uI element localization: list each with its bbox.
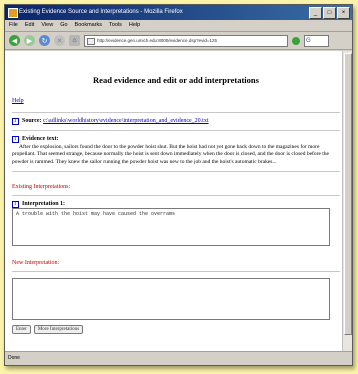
menu-help[interactable]: Help: [129, 20, 140, 31]
navigation-toolbar: ◀ ▶ ↻ ✕ ⌂ http://evidence.gen.umich.edu:…: [5, 32, 352, 50]
menu-bookmarks[interactable]: Bookmarks: [75, 20, 103, 31]
interpretation-textarea[interactable]: A trouble with the hoist may have caused…: [12, 207, 330, 246]
menu-bar: File Edit View Go Bookmarks Tools Help: [5, 20, 352, 32]
back-icon[interactable]: ◀: [9, 35, 20, 46]
status-text: Done: [8, 355, 20, 361]
status-bar: Done: [5, 351, 352, 365]
page-icon: [87, 37, 95, 45]
stop-icon[interactable]: ✕: [54, 35, 65, 46]
menu-file[interactable]: File: [9, 20, 18, 31]
divider: [12, 130, 340, 131]
marker-box[interactable]: 1: [12, 136, 19, 143]
menu-go[interactable]: Go: [60, 20, 67, 31]
evidence-label: Evidence text:: [22, 136, 59, 142]
vertical-scrollbar[interactable]: [342, 51, 352, 351]
button-row: Enter More Interpretations: [12, 324, 340, 334]
forward-icon[interactable]: ▶: [24, 35, 35, 46]
divider: [12, 194, 340, 196]
divider: [12, 170, 340, 172]
source-label: Source:: [22, 118, 42, 124]
menu-tools[interactable]: Tools: [109, 20, 122, 31]
scrollbar-thumb[interactable]: [344, 53, 352, 335]
menu-view[interactable]: View: [41, 20, 53, 31]
new-interpretation-heading: New Interpretation:: [12, 259, 60, 266]
window-title: Existing Evidence Source and Interpretat…: [19, 9, 183, 15]
divider: [12, 112, 340, 113]
firefox-icon: [8, 8, 18, 18]
page-heading: Read evidence and edit or add interpreta…: [93, 75, 259, 85]
maximize-button[interactable]: □: [323, 7, 336, 19]
minimize-button[interactable]: _: [309, 7, 322, 19]
reload-icon[interactable]: ↻: [39, 35, 50, 46]
source-link[interactable]: c:\adlinks\worldhistory\evidence\interpr…: [43, 118, 208, 124]
home-icon[interactable]: ⌂: [69, 35, 80, 46]
search-engine-label: G: [306, 37, 311, 44]
interpretation-label: Interpretation 1:: [22, 200, 66, 207]
menu-edit[interactable]: Edit: [25, 20, 34, 31]
more-interpretations-button[interactable]: More Interpretations: [33, 324, 84, 334]
title-bar: Existing Evidence Source and Interpretat…: [5, 5, 352, 20]
marker-box[interactable]: 1: [12, 118, 19, 125]
divider: [12, 270, 340, 272]
existing-interpretations-heading: Existing Interpretations:: [12, 183, 71, 190]
interpretation-label-row: 1 Interpretation 1:: [12, 200, 340, 208]
search-box[interactable]: G: [304, 34, 329, 47]
address-url: http://evidence.gen.umich.edu:8000/evide…: [97, 37, 217, 43]
enter-button[interactable]: Enter: [12, 324, 31, 334]
evidence-text: After the explosion, sailors found the d…: [12, 144, 329, 165]
page-content: Read evidence and edit or add interpreta…: [5, 51, 352, 351]
new-interpretation-textarea[interactable]: [12, 277, 330, 320]
go-button[interactable]: [292, 36, 300, 45]
evidence-label-row: 1 Evidence text:: [12, 136, 340, 143]
go-icon: [292, 36, 300, 45]
address-bar[interactable]: http://evidence.gen.umich.edu:8000/evide…: [84, 34, 288, 47]
marker-box[interactable]: 1: [12, 200, 19, 208]
close-button[interactable]: ×: [337, 7, 350, 19]
source-row: 1 Source: c:\adlinks\worldhistory\eviden…: [12, 118, 340, 125]
help-link[interactable]: Help: [12, 98, 24, 104]
browser-window: Existing Evidence Source and Interpretat…: [4, 4, 353, 366]
